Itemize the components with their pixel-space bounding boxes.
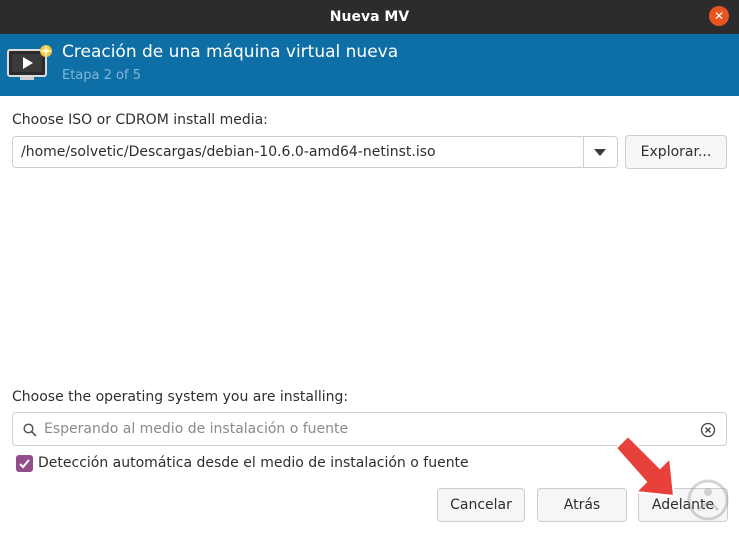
title-bar: Nueva MV ✕ [0,0,739,34]
os-search-placeholder[interactable]: Esperando al medio de instalación o fuen… [44,421,348,437]
close-icon: ✕ [713,9,725,23]
close-button[interactable]: ✕ [709,6,729,26]
clear-icon[interactable] [700,422,716,438]
search-icon [23,423,37,437]
cancel-button[interactable]: Cancelar [437,488,525,522]
wizard-title: Creación de una máquina virtual nueva [62,42,399,62]
browse-button[interactable]: Explorar... [625,135,727,169]
os-select-label: Choose the operating system you are inst… [12,389,349,405]
red-pointer-arrow-icon [614,434,676,498]
iso-path-combo[interactable]: /home/solvetic/Descargas/debian-10.6.0-a… [12,136,618,168]
iso-path-value[interactable]: /home/solvetic/Descargas/debian-10.6.0-a… [21,144,436,160]
autodetect-label[interactable]: Detección automática desde el medio de i… [38,455,469,471]
chevron-down-icon[interactable] [594,149,606,156]
watermark-logo-icon [687,479,729,521]
window-title: Nueva MV [329,9,410,25]
new-vm-monitor-icon [7,45,52,80]
checkmark-icon [19,459,30,469]
wizard-step: Etapa 2 of 5 [62,68,141,83]
wizard-header: Creación de una máquina virtual nueva Et… [0,34,739,96]
autodetect-checkbox[interactable] [16,455,33,472]
combo-divider [583,137,584,167]
install-media-label: Choose ISO or CDROM install media: [12,112,268,128]
